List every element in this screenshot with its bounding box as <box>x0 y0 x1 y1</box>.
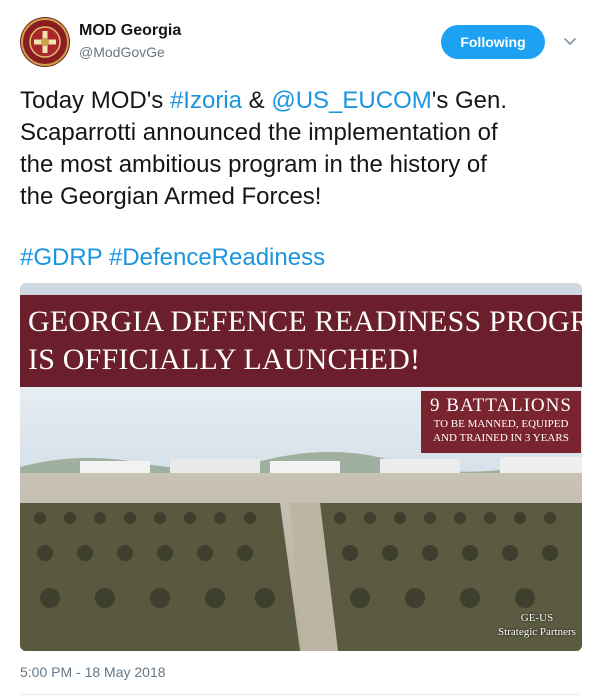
hashtag-izoria-link[interactable]: #Izoria <box>170 87 242 114</box>
tweet-text: Today MOD's #Izoria & @US_EUCOM's Gen. S… <box>20 85 585 213</box>
tweet-header: MOD Georgia @ModGovGe Following <box>0 0 599 80</box>
banner-headline-2: IS OFFICIALLY LAUNCHED! <box>28 343 421 376</box>
avatar[interactable] <box>20 17 70 67</box>
mod-emblem-icon <box>21 18 69 66</box>
tweet-text-segment: 's Gen. <box>431 87 508 114</box>
callout-line-2: AND TRAINED IN 3 YEARS <box>433 432 569 444</box>
following-button[interactable]: Following <box>441 25 545 59</box>
hashtag-defencereadiness-link[interactable]: #DefenceReadiness <box>109 244 325 271</box>
partners-watermark: GE-US Strategic Partners <box>495 611 579 639</box>
tweet-hashtags: #GDRP #DefenceReadiness <box>20 242 325 274</box>
partners-line-2: Strategic Partners <box>498 626 576 638</box>
tweet-text-segment: & <box>242 87 272 114</box>
tweet-line-2: Scaparrotti announced the implementation… <box>20 119 498 146</box>
tweet-line-1: Today MOD's #Izoria & @US_EUCOM's Gen. <box>20 85 585 117</box>
divider <box>20 694 580 695</box>
battalions-callout: 9 BATTALIONS TO BE MANNED, EQUIPED AND T… <box>421 391 581 453</box>
hashtag-gdrp-link[interactable]: #GDRP <box>20 244 102 271</box>
tweet-line-4: the Georgian Armed Forces! <box>20 183 322 210</box>
tweet-timestamp[interactable]: 5:00 PM - 18 May 2018 <box>20 664 166 680</box>
account-handle[interactable]: @ModGovGe <box>79 44 165 60</box>
tweet-media-image[interactable]: GEORGIA DEFENCE READINESS PROGRAM IS OFF… <box>20 283 582 651</box>
mention-us-eucom-link[interactable]: @US_EUCOM <box>271 87 431 114</box>
callout-title: 9 BATTALIONS <box>430 395 572 416</box>
chevron-down-icon[interactable] <box>561 33 579 51</box>
callout-line-1: TO BE MANNED, EQUIPED <box>433 418 569 430</box>
banner-headline-1: GEORGIA DEFENCE READINESS PROGRAM <box>28 305 582 338</box>
media-banner: GEORGIA DEFENCE READINESS PROGRAM IS OFF… <box>20 295 582 387</box>
tweet-text-segment: Today MOD's <box>20 87 170 114</box>
partners-line-1: GE-US <box>520 612 554 624</box>
left-formation <box>20 503 300 651</box>
account-name[interactable]: MOD Georgia <box>79 22 181 40</box>
tweet-line-3: the most ambitious program in the histor… <box>20 151 487 178</box>
